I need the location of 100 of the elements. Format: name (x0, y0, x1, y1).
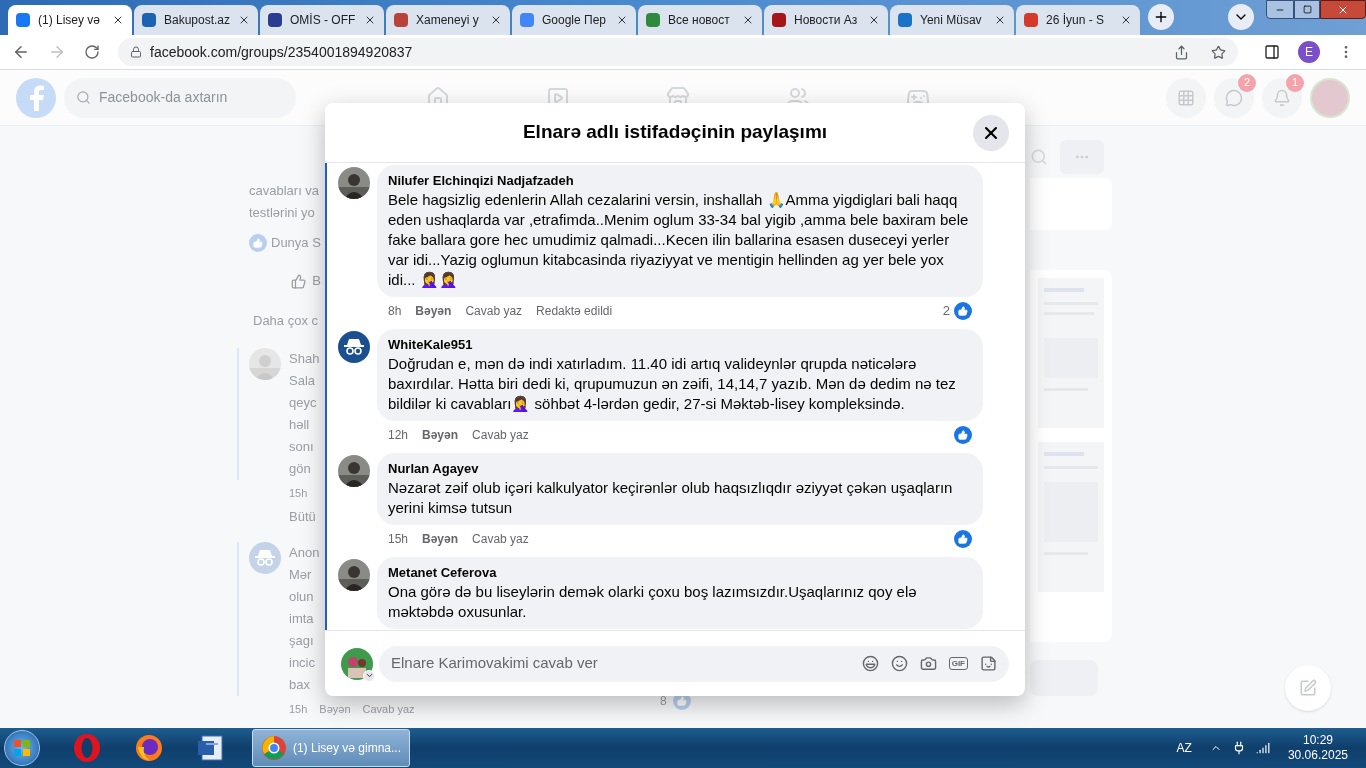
post-text: testlərini yo (248, 204, 315, 222)
browser-tab[interactable]: (1) Lisey və (8, 5, 132, 35)
reply-text: Sala (289, 372, 316, 390)
close-icon[interactable] (742, 14, 754, 26)
reply-text: həll (289, 416, 310, 434)
reply-link[interactable]: Cavab yaz (472, 530, 529, 548)
dialog-title: Elnarə adlı istifadəçinin paylaşımı (522, 120, 828, 145)
minimize-button[interactable] (1266, 0, 1294, 19)
comment-time[interactable]: 8h (388, 302, 402, 320)
reply-text: Mər (289, 566, 312, 584)
back-icon[interactable] (12, 43, 30, 61)
signal-icon[interactable] (1255, 741, 1270, 755)
like-icon[interactable] (291, 272, 307, 290)
reload-icon[interactable] (84, 44, 100, 60)
reply-link[interactable]: Cavab yaz (465, 302, 523, 320)
language-indicator[interactable]: AZ (1176, 739, 1192, 757)
reply-time: 15h (289, 486, 308, 501)
comment-time[interactable]: 15h (388, 530, 409, 548)
reply-text: gön (289, 460, 311, 478)
avatar-sticker-icon[interactable] (861, 655, 879, 672)
document-app-icon[interactable] (196, 733, 226, 763)
like-icon (249, 234, 267, 252)
reply-text: imta (289, 610, 314, 628)
reply-link[interactable]: Cavab yaz (472, 426, 529, 444)
tab-title: Новости Аз (794, 12, 859, 29)
close-window-button[interactable] (1320, 0, 1366, 19)
browser-tab[interactable]: Google Пер (512, 5, 636, 35)
tab-title: Yeni Müsav (920, 12, 983, 29)
close-icon[interactable] (238, 14, 250, 26)
url-text: facebook.com/groups/2354001894920837 (150, 42, 413, 62)
reply-text: şagı (289, 632, 314, 650)
close-icon[interactable] (490, 14, 502, 26)
tab-title: Google Пер (542, 12, 607, 29)
card-background (1030, 660, 1098, 696)
reply-text: qeyc (289, 394, 317, 412)
comment-text: Ona görə də bu liseylərin demək olarki çoxu boş lazımsızdır.Uşaqlarınız qoy elə məktəbdə oxusunlar. (388, 582, 918, 622)
tab-title: Все новост (668, 12, 731, 29)
browser-tab[interactable]: Новости Аз (764, 5, 888, 35)
reply-text: olun (289, 588, 314, 606)
comment-placeholder: Elnare Karimovakimi cavab ver (391, 653, 599, 674)
side-panel-icon[interactable] (1264, 44, 1280, 60)
emoji-icon[interactable] (890, 655, 908, 672)
like-count: 8 (660, 693, 667, 710)
close-button[interactable] (973, 115, 1009, 151)
profile-button[interactable]: E (1298, 41, 1320, 63)
reply-text: sonı (289, 438, 314, 456)
close-icon[interactable] (616, 14, 628, 26)
share-icon[interactable] (1174, 44, 1189, 60)
comment-text: Bele hagsizlig edenlerin Allah cezalarini versin, inshallah 🙏Amma yigdiglari bali haqq eden ushaqlarda var ,etrafimda..Menim oglum 33-34 bal yigib ,amma bele baxiram bele fake ballara gore hec umudimiz qalmadi...Kecen ilin ballarina esasen duseceyi yerler var idi...Yazig oglumun kitabcasinda riyaziyyat ve mentigin hellinden ag yer bele yox idi... 🤦‍♀🤦‍♀ (388, 190, 970, 290)
gif-button[interactable]: GIF (948, 657, 968, 670)
close-icon[interactable] (868, 14, 880, 26)
browser-tab[interactable]: OMİS - OFF (260, 5, 384, 35)
tab-title: Bakupost.az (164, 12, 230, 29)
reply-text: bax (289, 676, 310, 694)
browser-tab[interactable]: Yeni Müsav (890, 5, 1014, 35)
edited-label: Redaktə edildi (536, 303, 613, 320)
search-icon (76, 90, 91, 105)
like-link[interactable]: Bəyən (422, 426, 459, 444)
bookmark-star-icon[interactable] (1211, 44, 1226, 60)
search-placeholder: Facebook-da axtarın (99, 88, 228, 107)
start-button[interactable] (4, 730, 40, 766)
reaction-name: Dunya S (271, 234, 321, 252)
like-link[interactable]: Bəyən (422, 530, 459, 548)
browser-tab[interactable]: 26 İyun - S (1016, 5, 1140, 35)
comment-author[interactable]: Metanet Ceferova (388, 564, 971, 582)
maximize-icon[interactable] (1302, 5, 1312, 14)
like-link[interactable]: Bəyən (415, 302, 452, 320)
firefox-icon[interactable] (134, 733, 164, 763)
close-icon[interactable] (1120, 14, 1132, 26)
plus-icon[interactable] (1153, 9, 1169, 25)
like-icon (954, 530, 972, 548)
browser-tab[interactable]: Все новост (638, 5, 762, 35)
comment-time[interactable]: 12h (388, 426, 409, 444)
notification-badge: 2 (1238, 73, 1256, 92)
chrome-icon[interactable] (261, 735, 287, 761)
new-tab-button[interactable] (1148, 4, 1174, 30)
incognito-avatar-icon (249, 542, 281, 574)
incognito-avatar-icon (338, 331, 370, 363)
reply-time: 15h (289, 702, 308, 717)
comment-field[interactable]: Elnare Karimovakimi cavab ver GIF (379, 645, 1009, 682)
lock-icon (130, 46, 142, 58)
window-title: (1) Lisey və gimna... (292, 740, 401, 757)
address-field[interactable]: facebook.com/groups/2354001894920837 (118, 38, 1238, 66)
notification-badge: 1 (1286, 73, 1304, 92)
comment-author[interactable]: Nurlan Agayev (388, 460, 971, 478)
clock[interactable]: 10:29 30.06.2025 (1287, 733, 1348, 763)
close-icon[interactable] (364, 14, 376, 26)
close-icon[interactable] (112, 14, 124, 26)
comment-text: Doğrudan e, mən də indi xatırladım. 11.40 idi artıq valideynlər qrupda nəticələrə baxırdılar. Hətta biri dedi ki, qrupumuzun ən zəifi, 14,14,7 yazıb. Mən də dedim nə tez bildilər ki cavabları🤦‍♀ söhbət 4-lərdən gedir, 27-si Məktəb-lisey kompleksində. (388, 354, 957, 414)
browser-tab[interactable]: Xameneyi y (386, 5, 510, 35)
tab-title: Xameneyi y (416, 12, 480, 29)
sticker-icon[interactable] (980, 655, 997, 672)
maximize-button[interactable] (1294, 0, 1320, 19)
comment-author[interactable]: WhiteKale951 (388, 336, 971, 354)
reply-text: incic (289, 654, 315, 672)
close-icon[interactable] (994, 14, 1006, 26)
browser-tab[interactable]: Bakupost.az (134, 5, 258, 35)
camera-icon[interactable] (919, 655, 937, 672)
tab-title: (1) Lisey və (38, 12, 102, 29)
comment-author[interactable]: Nilufer Elchinqizi Nadjafzadeh (388, 172, 971, 190)
